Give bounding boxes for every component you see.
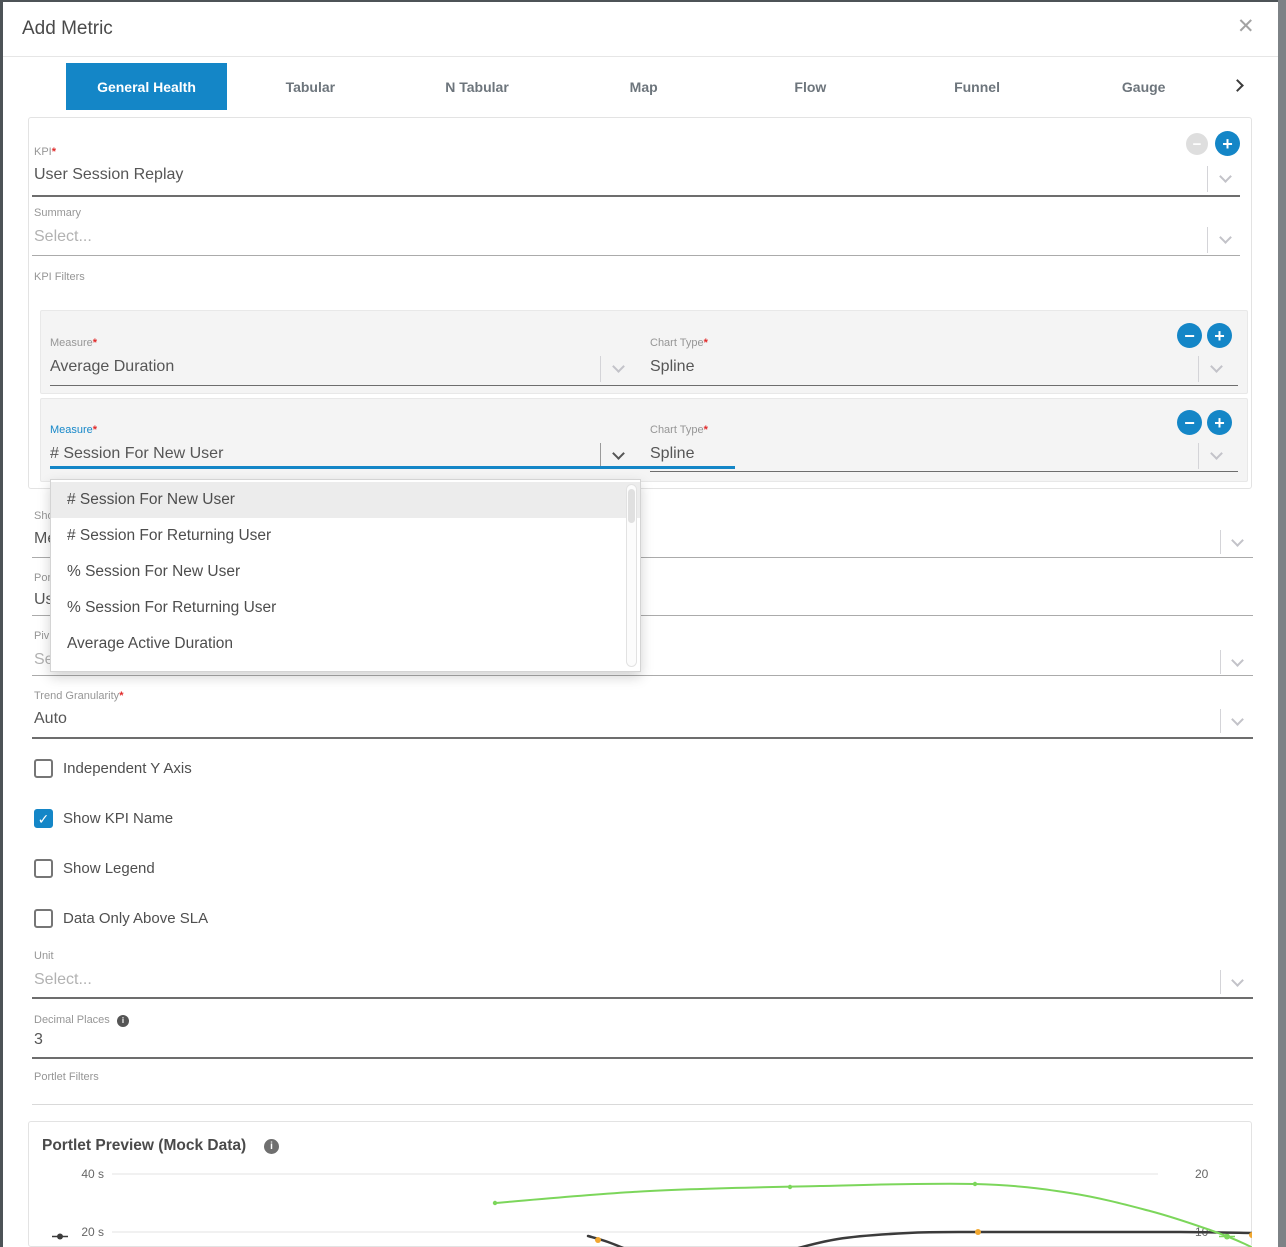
decimal-places-label: Decimal Places (34, 1014, 110, 1026)
measure-dropdown: # Session For New User # Session For Ret… (50, 479, 641, 672)
measure-2-select-value[interactable]: # Session For New User (50, 445, 223, 463)
portlet-preview-title: Portlet Preview (Mock Data) (42, 1137, 246, 1155)
tab-general-health[interactable]: General Health (66, 63, 227, 110)
modal-left-edge (0, 0, 3, 1247)
measure-2-label: Measure* (50, 424, 97, 436)
occluded-field-2-label: Por (34, 572, 51, 584)
unit-underline (32, 997, 1253, 999)
dropdown-scrollbar[interactable] (626, 484, 637, 667)
modal-header: Add Metric (3, 2, 1278, 57)
occluded-field-3-underline (32, 675, 1253, 676)
measure-1-underline (50, 385, 735, 386)
unit-chevron-down-icon[interactable] (1231, 974, 1244, 987)
decimal-places-info-icon[interactable]: i (117, 1015, 129, 1027)
independent-y-axis-label: Independent Y Axis (63, 760, 192, 777)
trend-granularity-underline (32, 737, 1253, 739)
summary-select-separator (1207, 227, 1208, 253)
chart-type-2-label: Chart Type* (650, 424, 708, 436)
measure-1-label: Measure* (50, 337, 97, 349)
remove-kpi-button[interactable]: − (1186, 133, 1208, 155)
chart-type-2-select-value[interactable]: Spline (650, 445, 694, 463)
show-legend-label: Show Legend (63, 860, 155, 877)
occluded-field-3-label: Piv (34, 630, 49, 642)
tab-gauge[interactable]: Gauge (1060, 63, 1227, 110)
data-only-above-sla-checkbox[interactable]: ✓ (34, 909, 53, 928)
dropdown-option[interactable]: % Session For Returning User (51, 590, 640, 626)
occluded-field-3-separator (1220, 650, 1221, 674)
portlet-filters-underline (32, 1104, 1253, 1105)
decimal-places-input[interactable]: 3 (34, 1031, 43, 1049)
portlet-preview-info-icon[interactable]: i (264, 1139, 279, 1154)
independent-y-axis-checkbox[interactable]: ✓ (34, 759, 53, 778)
portlet-filters-label: Portlet Filters (34, 1071, 99, 1083)
add-kpi-button[interactable]: + (1215, 131, 1240, 156)
tab-n-tabular[interactable]: N Tabular (394, 63, 561, 110)
chart-type-1-label: Chart Type* (650, 337, 708, 349)
summary-underline (32, 255, 1240, 256)
chart-type-1-select-separator (1198, 356, 1199, 382)
show-legend-checkbox[interactable]: ✓ (34, 859, 53, 878)
remove-measure-2-button[interactable]: − (1177, 410, 1202, 435)
tab-map[interactable]: Map (560, 63, 727, 110)
occluded-field-1-separator (1220, 530, 1221, 554)
preview-chart (30, 1160, 1252, 1247)
tab-bar: Tabular N Tabular Map Flow Funnel Gauge (227, 63, 1227, 110)
dropdown-option[interactable]: # Session For Returning User (51, 518, 640, 554)
dropdown-option[interactable]: % Session For New User (51, 554, 640, 590)
show-kpi-name-label: Show KPI Name (63, 810, 173, 827)
trend-granularity-separator (1220, 709, 1221, 733)
summary-select-placeholder[interactable]: Select... (34, 228, 92, 246)
add-metric-modal: Add Metric ✕ General Health Tabular N Ta… (0, 0, 1286, 1247)
kpi-label: KPI* (34, 146, 56, 158)
tab-tabular[interactable]: Tabular (227, 63, 394, 110)
kpi-filters-label: KPI Filters (34, 271, 85, 283)
kpi-select-separator (1207, 166, 1208, 192)
measure-1-select-value[interactable]: Average Duration (50, 358, 174, 376)
data-only-above-sla-label: Data Only Above SLA (63, 910, 208, 927)
decimal-places-underline (32, 1057, 1253, 1059)
unit-select-separator (1220, 970, 1221, 994)
trend-granularity-label: Trend Granularity* (34, 690, 123, 702)
measure-row-2 (40, 398, 1248, 482)
dropdown-option[interactable]: # Session For New User (51, 482, 640, 518)
modal-title: Add Metric (22, 18, 113, 40)
add-measure-2-button[interactable]: + (1207, 410, 1232, 435)
chart-type-1-underline (650, 385, 1238, 386)
trend-granularity-select-value[interactable]: Auto (34, 710, 67, 728)
measure-1-select-separator (600, 356, 601, 382)
chart-type-2-underline (650, 471, 1238, 472)
summary-label: Summary (34, 207, 81, 219)
kpi-underline (32, 195, 1240, 197)
show-kpi-name-checkbox[interactable]: ✓ (34, 809, 53, 828)
chart-type-1-select-value[interactable]: Spline (650, 358, 694, 376)
dropdown-option[interactable]: Average Active Duration (51, 626, 640, 662)
close-icon[interactable]: ✕ (1237, 14, 1255, 39)
remove-measure-1-button[interactable]: − (1177, 323, 1202, 348)
kpi-select-value[interactable]: User Session Replay (34, 166, 183, 184)
chart-type-2-select-separator (1198, 443, 1199, 469)
trend-granularity-chevron-down-icon[interactable] (1231, 713, 1244, 726)
measure-row-1 (40, 310, 1248, 394)
measure-2-underline-focused (50, 466, 735, 469)
tab-flow[interactable]: Flow (727, 63, 894, 110)
more-tabs-chevron-right-icon[interactable] (1231, 79, 1244, 92)
unit-select-placeholder[interactable]: Select... (34, 971, 92, 989)
tab-funnel[interactable]: Funnel (894, 63, 1061, 110)
dropdown-scrollbar-thumb[interactable] (628, 489, 635, 523)
occluded-field-1-chevron-down-icon[interactable] (1231, 534, 1244, 547)
page-scrollbar[interactable] (1278, 0, 1286, 1247)
unit-label: Unit (34, 950, 54, 962)
add-measure-1-button[interactable]: + (1207, 323, 1232, 348)
occluded-field-3-chevron-down-icon[interactable] (1231, 654, 1244, 667)
